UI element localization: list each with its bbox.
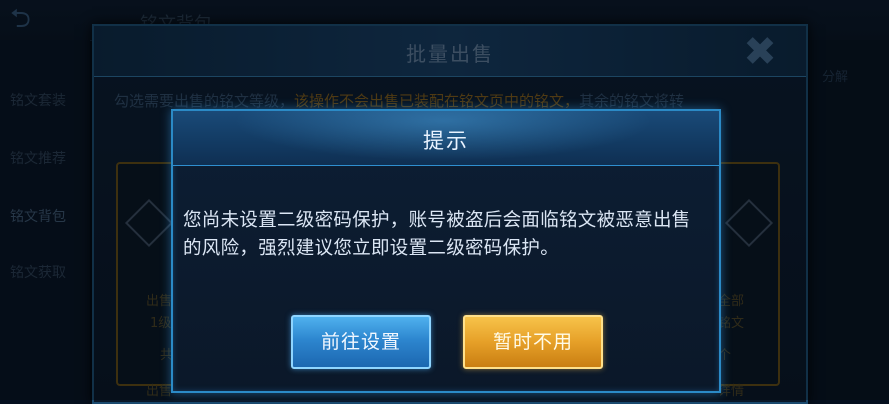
prompt-title: 提示 xyxy=(423,129,469,153)
go-to-settings-button[interactable]: 前往设置 xyxy=(291,315,431,369)
not-now-button[interactable]: 暂时不用 xyxy=(463,315,603,369)
security-prompt-dialog: 提示 您尚未设置二级密码保护，账号被盗后会面临铭文被恶意出售的风险，强烈建议您立… xyxy=(171,109,721,393)
prompt-message: 您尚未设置二级密码保护，账号被盗后会面临铭文被恶意出售的风险，强烈建议您立即设置… xyxy=(183,210,691,259)
prompt-header: 提示 xyxy=(173,111,719,166)
